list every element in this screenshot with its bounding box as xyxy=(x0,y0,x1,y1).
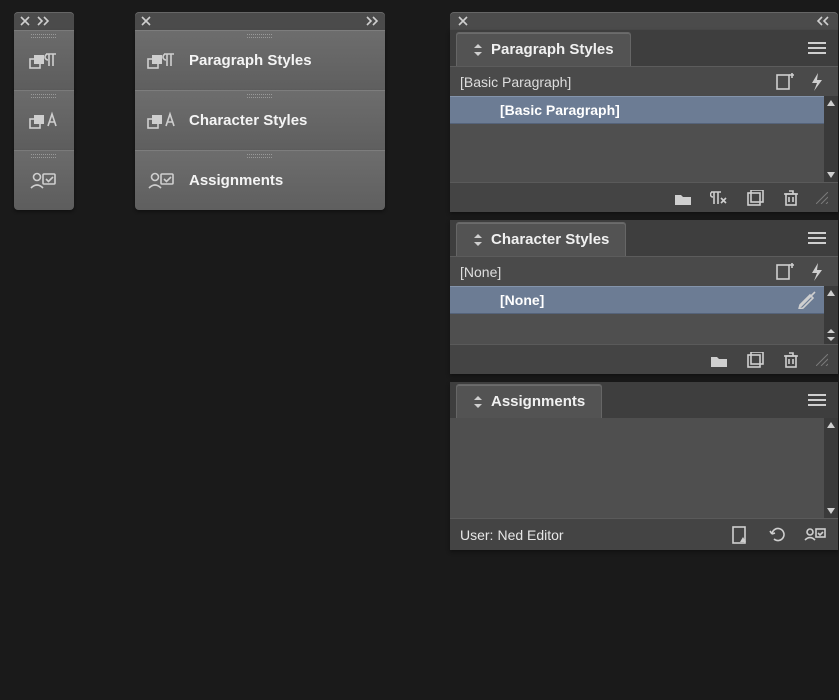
clear-overrides-button[interactable] xyxy=(708,187,730,209)
scroll-up-icon[interactable] xyxy=(826,98,836,108)
collapse-left-icon[interactable] xyxy=(816,16,830,26)
close-icon[interactable] xyxy=(20,16,30,26)
dock-row-label: Assignments xyxy=(189,172,283,189)
tab-title: Paragraph Styles xyxy=(491,41,614,58)
panel-footer xyxy=(450,182,838,212)
scroll-up-icon[interactable] xyxy=(826,288,836,298)
tab-character-styles[interactable]: Character Styles xyxy=(456,222,626,256)
gripper-icon xyxy=(247,154,273,158)
new-style-button[interactable] xyxy=(744,187,766,209)
scroll-down-icon[interactable] xyxy=(826,506,836,516)
assignments-icon xyxy=(29,170,59,192)
dock-titlebar[interactable] xyxy=(135,12,385,30)
style-item-label: [Basic Paragraph] xyxy=(500,102,620,118)
character-styles-icon xyxy=(29,110,59,132)
quick-apply-button[interactable] xyxy=(806,71,828,93)
dock-row-character-styles[interactable]: Character Styles xyxy=(135,90,385,150)
style-item-label: [None] xyxy=(500,292,544,308)
panel-menu-icon[interactable] xyxy=(808,41,826,55)
dock-item-character-styles[interactable] xyxy=(14,90,74,150)
user-name: Ned Editor xyxy=(497,527,563,543)
dock-item-paragraph-styles[interactable] xyxy=(14,30,74,90)
dock-titlebar[interactable] xyxy=(14,12,74,30)
close-icon[interactable] xyxy=(458,16,468,26)
gripper-icon xyxy=(31,94,57,98)
style-group-button[interactable] xyxy=(708,349,730,371)
delete-style-button[interactable] xyxy=(780,187,802,209)
go-to-content-button[interactable] xyxy=(804,524,828,546)
gripper-icon xyxy=(31,154,57,158)
panel-footer xyxy=(450,344,838,374)
assignments-user-bar: User: Ned Editor xyxy=(450,518,838,550)
panel-menu-icon[interactable] xyxy=(808,393,826,407)
panel-assignments: Assignments User: Ned Editor xyxy=(450,382,838,550)
dock-row-label: Character Styles xyxy=(189,112,307,129)
resize-handle-icon[interactable] xyxy=(816,192,828,204)
paragraph-styles-icon xyxy=(29,50,59,72)
gripper-icon xyxy=(31,34,57,38)
not-editable-icon xyxy=(798,291,816,309)
scrollbar[interactable] xyxy=(824,96,838,182)
panel-character-styles: Character Styles [None] [None] xyxy=(450,220,838,374)
dock-row-label: Paragraph Styles xyxy=(189,52,312,69)
scroll-corner-icon[interactable] xyxy=(826,328,836,342)
gripper-icon xyxy=(247,94,273,98)
tab-row: Character Styles xyxy=(450,220,838,256)
tab-assignments[interactable]: Assignments xyxy=(456,384,602,418)
expand-right-icon[interactable] xyxy=(365,16,379,26)
new-style-button[interactable] xyxy=(744,349,766,371)
dock-collapsed-icons xyxy=(14,12,74,210)
collapse-toggle-icon[interactable] xyxy=(473,43,483,57)
dock-row-paragraph-styles[interactable]: Paragraph Styles xyxy=(135,30,385,90)
refresh-button[interactable] xyxy=(766,524,790,546)
tab-row: Paragraph Styles xyxy=(450,30,838,66)
style-list: [None] xyxy=(450,286,824,344)
panel-paragraph-styles: Paragraph Styles [Basic Paragraph] [Basi… xyxy=(450,30,838,212)
delete-style-button[interactable] xyxy=(780,349,802,371)
current-style-bar: [Basic Paragraph] xyxy=(450,66,838,96)
scroll-down-icon[interactable] xyxy=(826,170,836,180)
style-item[interactable]: [Basic Paragraph] xyxy=(450,96,824,124)
new-style-from-selection-button[interactable] xyxy=(774,71,796,93)
current-style-name: [None] xyxy=(460,264,501,280)
paragraph-styles-icon xyxy=(147,50,177,72)
style-list: [Basic Paragraph] xyxy=(450,96,824,182)
scrollbar[interactable] xyxy=(824,418,838,518)
style-group-button[interactable] xyxy=(672,187,694,209)
tab-paragraph-styles[interactable]: Paragraph Styles xyxy=(456,32,631,66)
update-out-of-date-button[interactable] xyxy=(728,524,752,546)
dock-titlebar[interactable] xyxy=(450,12,838,30)
dock-item-assignments[interactable] xyxy=(14,150,74,210)
tab-title: Assignments xyxy=(491,393,585,410)
assignments-list xyxy=(450,418,824,518)
collapse-toggle-icon[interactable] xyxy=(473,395,483,409)
dock-collapsed-labels: Paragraph Styles Character Styles Assign… xyxy=(135,12,385,210)
tab-title: Character Styles xyxy=(491,231,609,248)
resize-handle-icon[interactable] xyxy=(816,354,828,366)
panel-menu-icon[interactable] xyxy=(808,231,826,245)
dock-row-assignments[interactable]: Assignments xyxy=(135,150,385,210)
character-styles-icon xyxy=(147,110,177,132)
close-icon[interactable] xyxy=(141,16,151,26)
panel-dock-expanded: Paragraph Styles [Basic Paragraph] [Basi… xyxy=(450,12,838,550)
gripper-icon xyxy=(247,34,273,38)
user-label: User: xyxy=(460,527,493,543)
collapse-toggle-icon[interactable] xyxy=(473,233,483,247)
quick-apply-button[interactable] xyxy=(806,261,828,283)
tab-row: Assignments xyxy=(450,382,838,418)
current-style-name: [Basic Paragraph] xyxy=(460,74,571,90)
current-style-bar: [None] xyxy=(450,256,838,286)
style-item[interactable]: [None] xyxy=(450,286,824,314)
assignments-icon xyxy=(147,170,177,192)
new-style-from-selection-button[interactable] xyxy=(774,261,796,283)
expand-right-icon[interactable] xyxy=(36,16,50,26)
scrollbar[interactable] xyxy=(824,286,838,344)
scroll-up-icon[interactable] xyxy=(826,420,836,430)
